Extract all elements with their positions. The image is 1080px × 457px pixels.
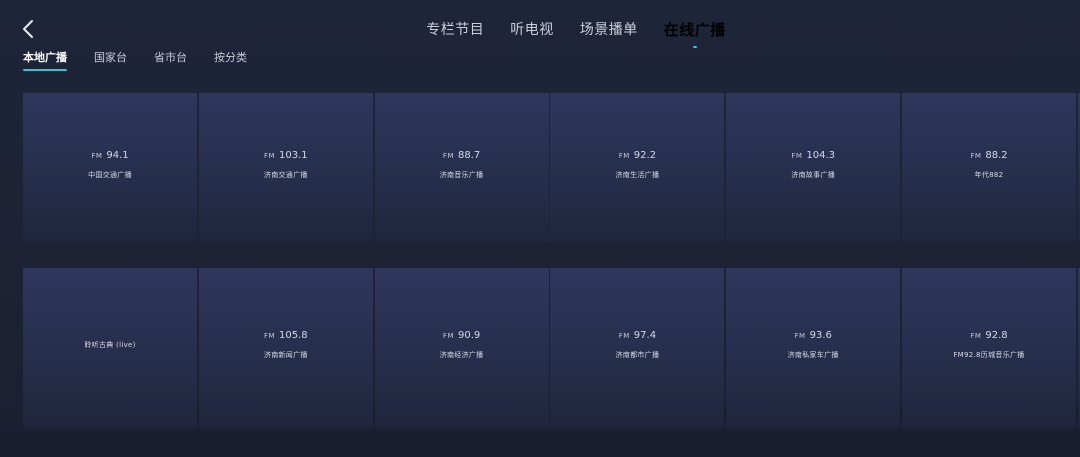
band-label: FM: [442, 151, 454, 160]
band-label: FM: [618, 151, 630, 160]
tab-label: 听电视: [510, 22, 554, 38]
frequency: FM 94.1: [91, 150, 128, 166]
frequency: FM 92.8: [970, 330, 1007, 346]
frequency-value: 94.1: [106, 149, 129, 161]
station-grid: FM 94.1 中国交通广播 FM 103.1 济南交通广播 FM 88.7 济…: [23, 93, 1080, 428]
subtab-local[interactable]: 本地广播: [23, 50, 67, 71]
station-name: 济南私家车广播: [787, 351, 839, 359]
station-card[interactable]: FM 104.3 济南故事广播: [726, 93, 901, 242]
station-card[interactable]: FM 92.2 济南生活广播: [550, 93, 725, 242]
band-label: FM: [442, 332, 454, 340]
tab-column-programs[interactable]: 专栏节目: [426, 18, 484, 42]
tab-label: 场景播单: [579, 22, 638, 38]
station-name: FM92.8历城音乐广播: [953, 351, 1025, 359]
tab-label: 在线广播: [663, 21, 726, 39]
top-tab-bar: 专栏节目 听电视 场景播单 在线广播: [0, 18, 1080, 48]
band-label: FM: [794, 332, 806, 340]
station-card[interactable]: FM 93.6 济南私家车广播: [726, 268, 901, 428]
frequency-value: 103.1: [279, 149, 308, 161]
band-label: FM: [970, 151, 982, 160]
subtab-by-category[interactable]: 按分类: [214, 50, 247, 68]
frequency-value: 93.6: [809, 330, 832, 341]
station-name: 济南新闻广播: [263, 351, 308, 359]
frequency-value: 105.8: [279, 330, 308, 341]
subtab-label: 省市台: [154, 51, 187, 64]
station-name: 济南交通广播: [263, 170, 308, 179]
station-name: 济南都市广播: [615, 351, 660, 359]
station-card[interactable]: FM 90.9 济南经济广播: [374, 268, 549, 428]
subtab-label: 国家台: [94, 51, 127, 64]
frequency: FM 93.6: [795, 330, 832, 346]
active-subtab-underline: [23, 69, 67, 71]
frequency: FM 104.3: [791, 150, 835, 166]
band-label: FM: [970, 332, 982, 340]
tab-online-radio[interactable]: 在线广播: [663, 18, 726, 48]
frequency-value: 97.4: [633, 330, 657, 341]
station-name: 中国交通广播: [88, 170, 132, 179]
frequency: FM 90.9: [443, 330, 480, 346]
tab-scene-playlist[interactable]: 场景播单: [580, 18, 638, 42]
subtab-label: 本地广播: [23, 51, 67, 64]
tab-label: 专栏节目: [426, 22, 485, 38]
station-name: 济南音乐广播: [439, 170, 484, 179]
station-name: 济南经济广播: [439, 351, 484, 359]
frequency: FM 97.4: [619, 330, 656, 346]
tab-listen-tv[interactable]: 听电视: [510, 18, 554, 42]
station-card[interactable]: 聆听古典 (live): [23, 268, 197, 428]
frequency: FM 92.2: [619, 150, 656, 166]
band-label: FM: [91, 151, 103, 160]
subtab-label: 按分类: [214, 51, 247, 64]
band-label: FM: [263, 332, 276, 340]
screen: 专栏节目 听电视 场景播单 在线广播 本地广播 国家台 省市台 按分类 FM 9…: [0, 0, 1080, 457]
station-card[interactable]: FM 92.8 FM92.8历城音乐广播: [901, 268, 1076, 428]
frequency-value: 88.7: [458, 149, 481, 161]
band-label: FM: [618, 332, 630, 340]
station-name: 济南生活广播: [615, 170, 660, 179]
band-label: FM: [263, 151, 276, 160]
frequency-value: 92.2: [633, 149, 657, 161]
active-tab-indicator: [692, 46, 697, 48]
subtab-provincial[interactable]: 省市台: [154, 50, 187, 68]
frequency: FM 103.1: [264, 150, 308, 166]
frequency-value: 92.8: [985, 330, 1008, 341]
sub-tab-bar: 本地广播 国家台 省市台 按分类: [23, 50, 247, 71]
frequency: FM 105.8: [264, 330, 308, 346]
station-card[interactable]: FM 88.2 年代882: [901, 93, 1076, 242]
frequency-value: 90.9: [458, 330, 481, 341]
station-card[interactable]: FM 103.1 济南交通广播: [198, 93, 373, 242]
frequency: FM 88.2: [970, 150, 1007, 166]
frequency-value: 104.3: [806, 149, 836, 161]
subtab-national[interactable]: 国家台: [94, 50, 127, 68]
station-card[interactable]: FM 97.4 济南都市广播: [550, 268, 725, 428]
station-card[interactable]: FM 88.7 济南音乐广播: [374, 93, 549, 242]
station-name: 年代882: [974, 170, 1004, 179]
station-name: 济南故事广播: [791, 170, 836, 179]
frequency: FM 88.7: [443, 150, 480, 166]
station-name: 聆听古典 (live): [84, 341, 136, 349]
station-card[interactable]: FM 94.1 中国交通广播: [23, 93, 197, 242]
frequency-value: 88.2: [985, 149, 1008, 161]
band-label: FM: [791, 151, 803, 160]
station-card[interactable]: FM 105.8 济南新闻广播: [198, 268, 373, 428]
